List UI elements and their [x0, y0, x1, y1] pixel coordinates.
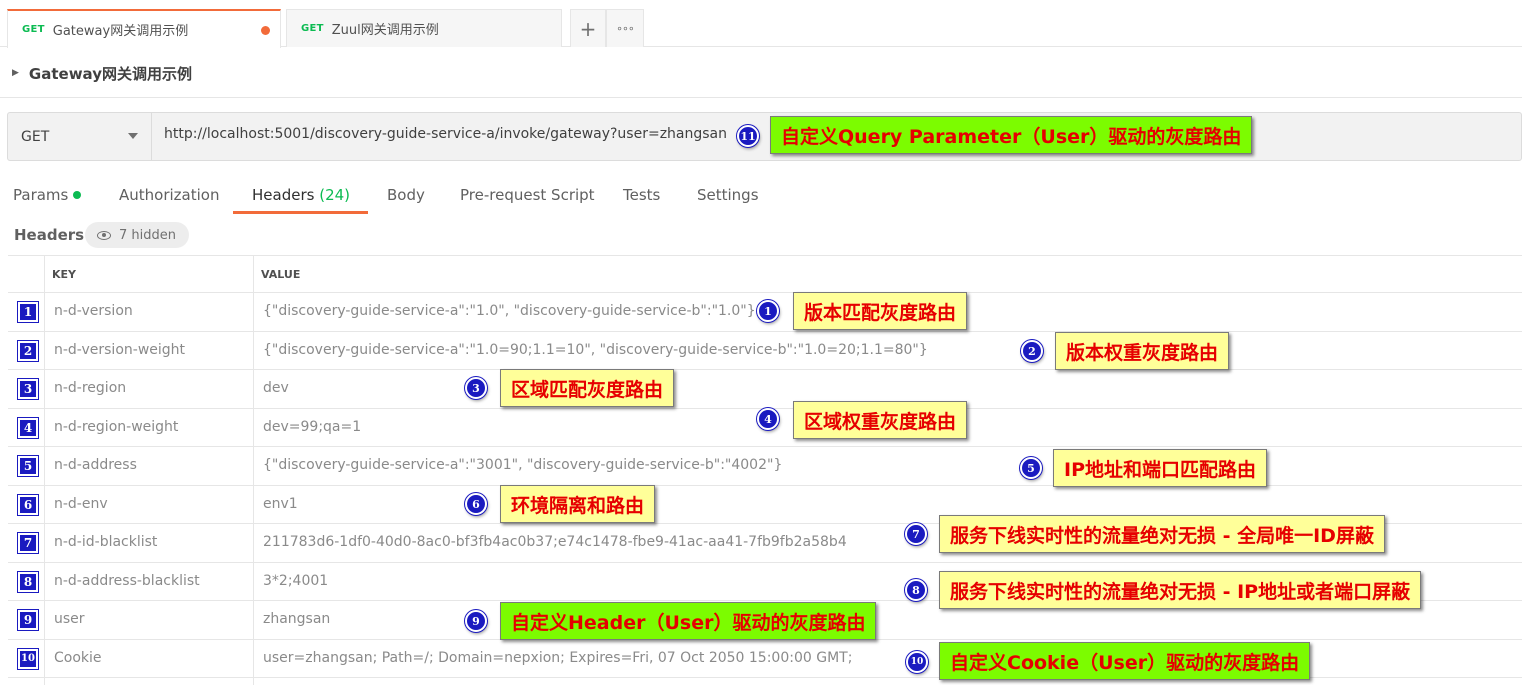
hidden-headers-count: 7 hidden	[119, 227, 176, 243]
active-tab-underline	[233, 211, 368, 214]
annotation-region-weight: 区域权重灰度路由	[793, 401, 968, 439]
more-tabs-button[interactable]: ∘∘∘	[606, 9, 644, 47]
key-column-header: KEY	[52, 268, 77, 281]
tab-headers[interactable]: Headers (24)	[252, 186, 350, 204]
header-key[interactable]: n-d-version	[54, 303, 133, 319]
annotation-marker: 3	[465, 377, 487, 399]
request-tab-bar: GET Gateway网关调用示例 GET Zuul网关调用示例 + ∘∘∘	[0, 0, 1522, 48]
annotation-marker: 4	[757, 408, 779, 430]
plus-icon: +	[579, 16, 597, 41]
more-icon: ∘∘∘	[616, 22, 635, 35]
header-value[interactable]: user=zhangsan; Path=/; Domain=nepxion; E…	[263, 650, 852, 666]
params-active-dot-icon	[73, 191, 82, 199]
annotation-env-isolation: 环境隔离和路由	[500, 485, 656, 523]
annotation-version-match: 版本匹配灰度路由	[793, 292, 968, 330]
tab-method-label: GET	[22, 24, 45, 35]
request-title[interactable]: ▶ Gateway网关调用示例	[12, 60, 192, 86]
annotation-marker: 7	[905, 523, 927, 545]
row-number-marker: 3	[17, 378, 39, 400]
header-key[interactable]: n-d-version-weight	[54, 342, 185, 358]
title-divider	[0, 97, 1522, 98]
table-header: KEY VALUE	[8, 255, 1522, 293]
url-input[interactable]: http://localhost:5001/discovery-guide-se…	[164, 126, 727, 142]
tab-label: Gateway网关调用示例	[52, 24, 189, 39]
annotation-region-match: 区域匹配灰度路由	[500, 369, 675, 407]
header-value[interactable]: {"discovery-guide-service-a":"1.0", "dis…	[263, 303, 756, 319]
header-key[interactable]: n-d-address	[54, 457, 137, 473]
header-key[interactable]: Cookie	[54, 650, 102, 666]
annotation-address-match: IP地址和端口匹配路由	[1053, 449, 1267, 487]
request-title-text: Gateway网关调用示例	[28, 64, 192, 83]
annotation-address-blacklist: 服务下线实时性的流量绝对无损 - IP地址或者端口屏蔽	[939, 571, 1422, 609]
row-number-marker: 1	[17, 301, 39, 323]
row-number-marker: 4	[17, 416, 39, 439]
tab-headers-label: Headers	[252, 186, 315, 204]
annotation-marker: 5	[1020, 457, 1042, 479]
annotation-query-parameter: 自定义Query Parameter（User）驱动的灰度路由	[770, 116, 1253, 154]
tab-params-label: Params	[13, 186, 69, 204]
row-number-marker: 10	[17, 647, 39, 670]
annotation-marker: 11	[737, 125, 759, 147]
headers-section-label: Headers	[14, 226, 85, 244]
annotation-version-weight: 版本权重灰度路由	[1055, 332, 1230, 370]
annotation-marker: 8	[905, 579, 927, 601]
annotation-marker: 10	[906, 651, 928, 673]
annotation-id-blacklist: 服务下线实时性的流量绝对无损 - 全局唯一ID屏蔽	[939, 515, 1385, 553]
tab-method-label: GET	[301, 23, 324, 34]
value-column-header: VALUE	[261, 268, 301, 281]
header-value[interactable]: dev	[263, 380, 289, 396]
row-number-marker: 7	[17, 532, 39, 554]
tab-zuul-example[interactable]: GET Zuul网关调用示例	[286, 9, 562, 47]
tab-params[interactable]: Params	[13, 186, 82, 204]
header-key[interactable]: n-d-region-weight	[54, 419, 178, 435]
method-value: GET	[21, 128, 50, 145]
tab-tests[interactable]: Tests	[623, 186, 660, 204]
unsaved-dot-icon	[261, 26, 270, 35]
row-number-marker: 8	[17, 570, 39, 593]
annotation-marker: 1	[757, 300, 779, 322]
tab-prerequest-script[interactable]: Pre-request Script	[460, 186, 595, 204]
tab-gateway-example[interactable]: GET Gateway网关调用示例	[7, 9, 281, 48]
header-value[interactable]: 211783d6-1df0-40d0-8ac0-bf3fb4ac0b37;e74…	[263, 534, 847, 550]
row-number-marker: 9	[17, 609, 39, 631]
headers-count-badge: (24)	[319, 186, 351, 204]
new-tab-button[interactable]: +	[570, 9, 606, 47]
header-value[interactable]: 3*2;4001	[263, 573, 328, 589]
header-value[interactable]: {"discovery-guide-service-a":"3001", "di…	[263, 457, 782, 473]
tab-settings[interactable]: Settings	[697, 186, 759, 204]
url-bar: GET http://localhost:5001/discovery-guid…	[7, 112, 1522, 161]
chevron-down-icon	[128, 133, 138, 139]
header-key[interactable]: n-d-env	[54, 496, 108, 512]
header-value[interactable]: {"discovery-guide-service-a":"1.0=90;1.1…	[263, 342, 928, 358]
tab-label: Zuul网关调用示例	[331, 23, 439, 38]
tab-authorization[interactable]: Authorization	[119, 186, 219, 204]
annotation-marker: 2	[1021, 340, 1043, 362]
header-key[interactable]: n-d-region	[54, 380, 126, 396]
header-value[interactable]: env1	[263, 496, 298, 512]
header-value[interactable]: dev=99;qa=1	[263, 419, 361, 435]
table-row[interactable]: 5 n-d-address {"discovery-guide-service-…	[8, 447, 1522, 486]
tab-body[interactable]: Body	[387, 186, 425, 204]
annotation-custom-header: 自定义Header（User）驱动的灰度路由	[500, 602, 877, 640]
row-number-marker: 2	[17, 339, 39, 362]
table-row[interactable]: 2 n-d-version-weight {"discovery-guide-s…	[8, 332, 1522, 370]
annotation-marker: 9	[465, 610, 487, 632]
header-key[interactable]: n-d-id-blacklist	[54, 534, 157, 550]
request-subtabs: Params Authorization Headers (24) Body P…	[0, 176, 900, 216]
annotation-custom-cookie: 自定义Cookie（User）驱动的灰度路由	[939, 642, 1311, 680]
header-key[interactable]: n-d-address-blacklist	[54, 573, 200, 589]
header-key[interactable]: user	[54, 611, 85, 627]
eye-icon	[97, 230, 111, 240]
table-row[interactable]: 3 n-d-region dev	[8, 370, 1522, 409]
row-number-marker: 5	[17, 455, 39, 477]
method-select[interactable]: GET	[8, 113, 152, 160]
hidden-headers-toggle[interactable]: 7 hidden	[85, 222, 189, 248]
annotation-marker: 6	[465, 493, 487, 515]
caret-right-icon: ▶	[12, 68, 19, 78]
header-value[interactable]: zhangsan	[263, 611, 330, 627]
row-number-marker: 6	[17, 493, 39, 516]
